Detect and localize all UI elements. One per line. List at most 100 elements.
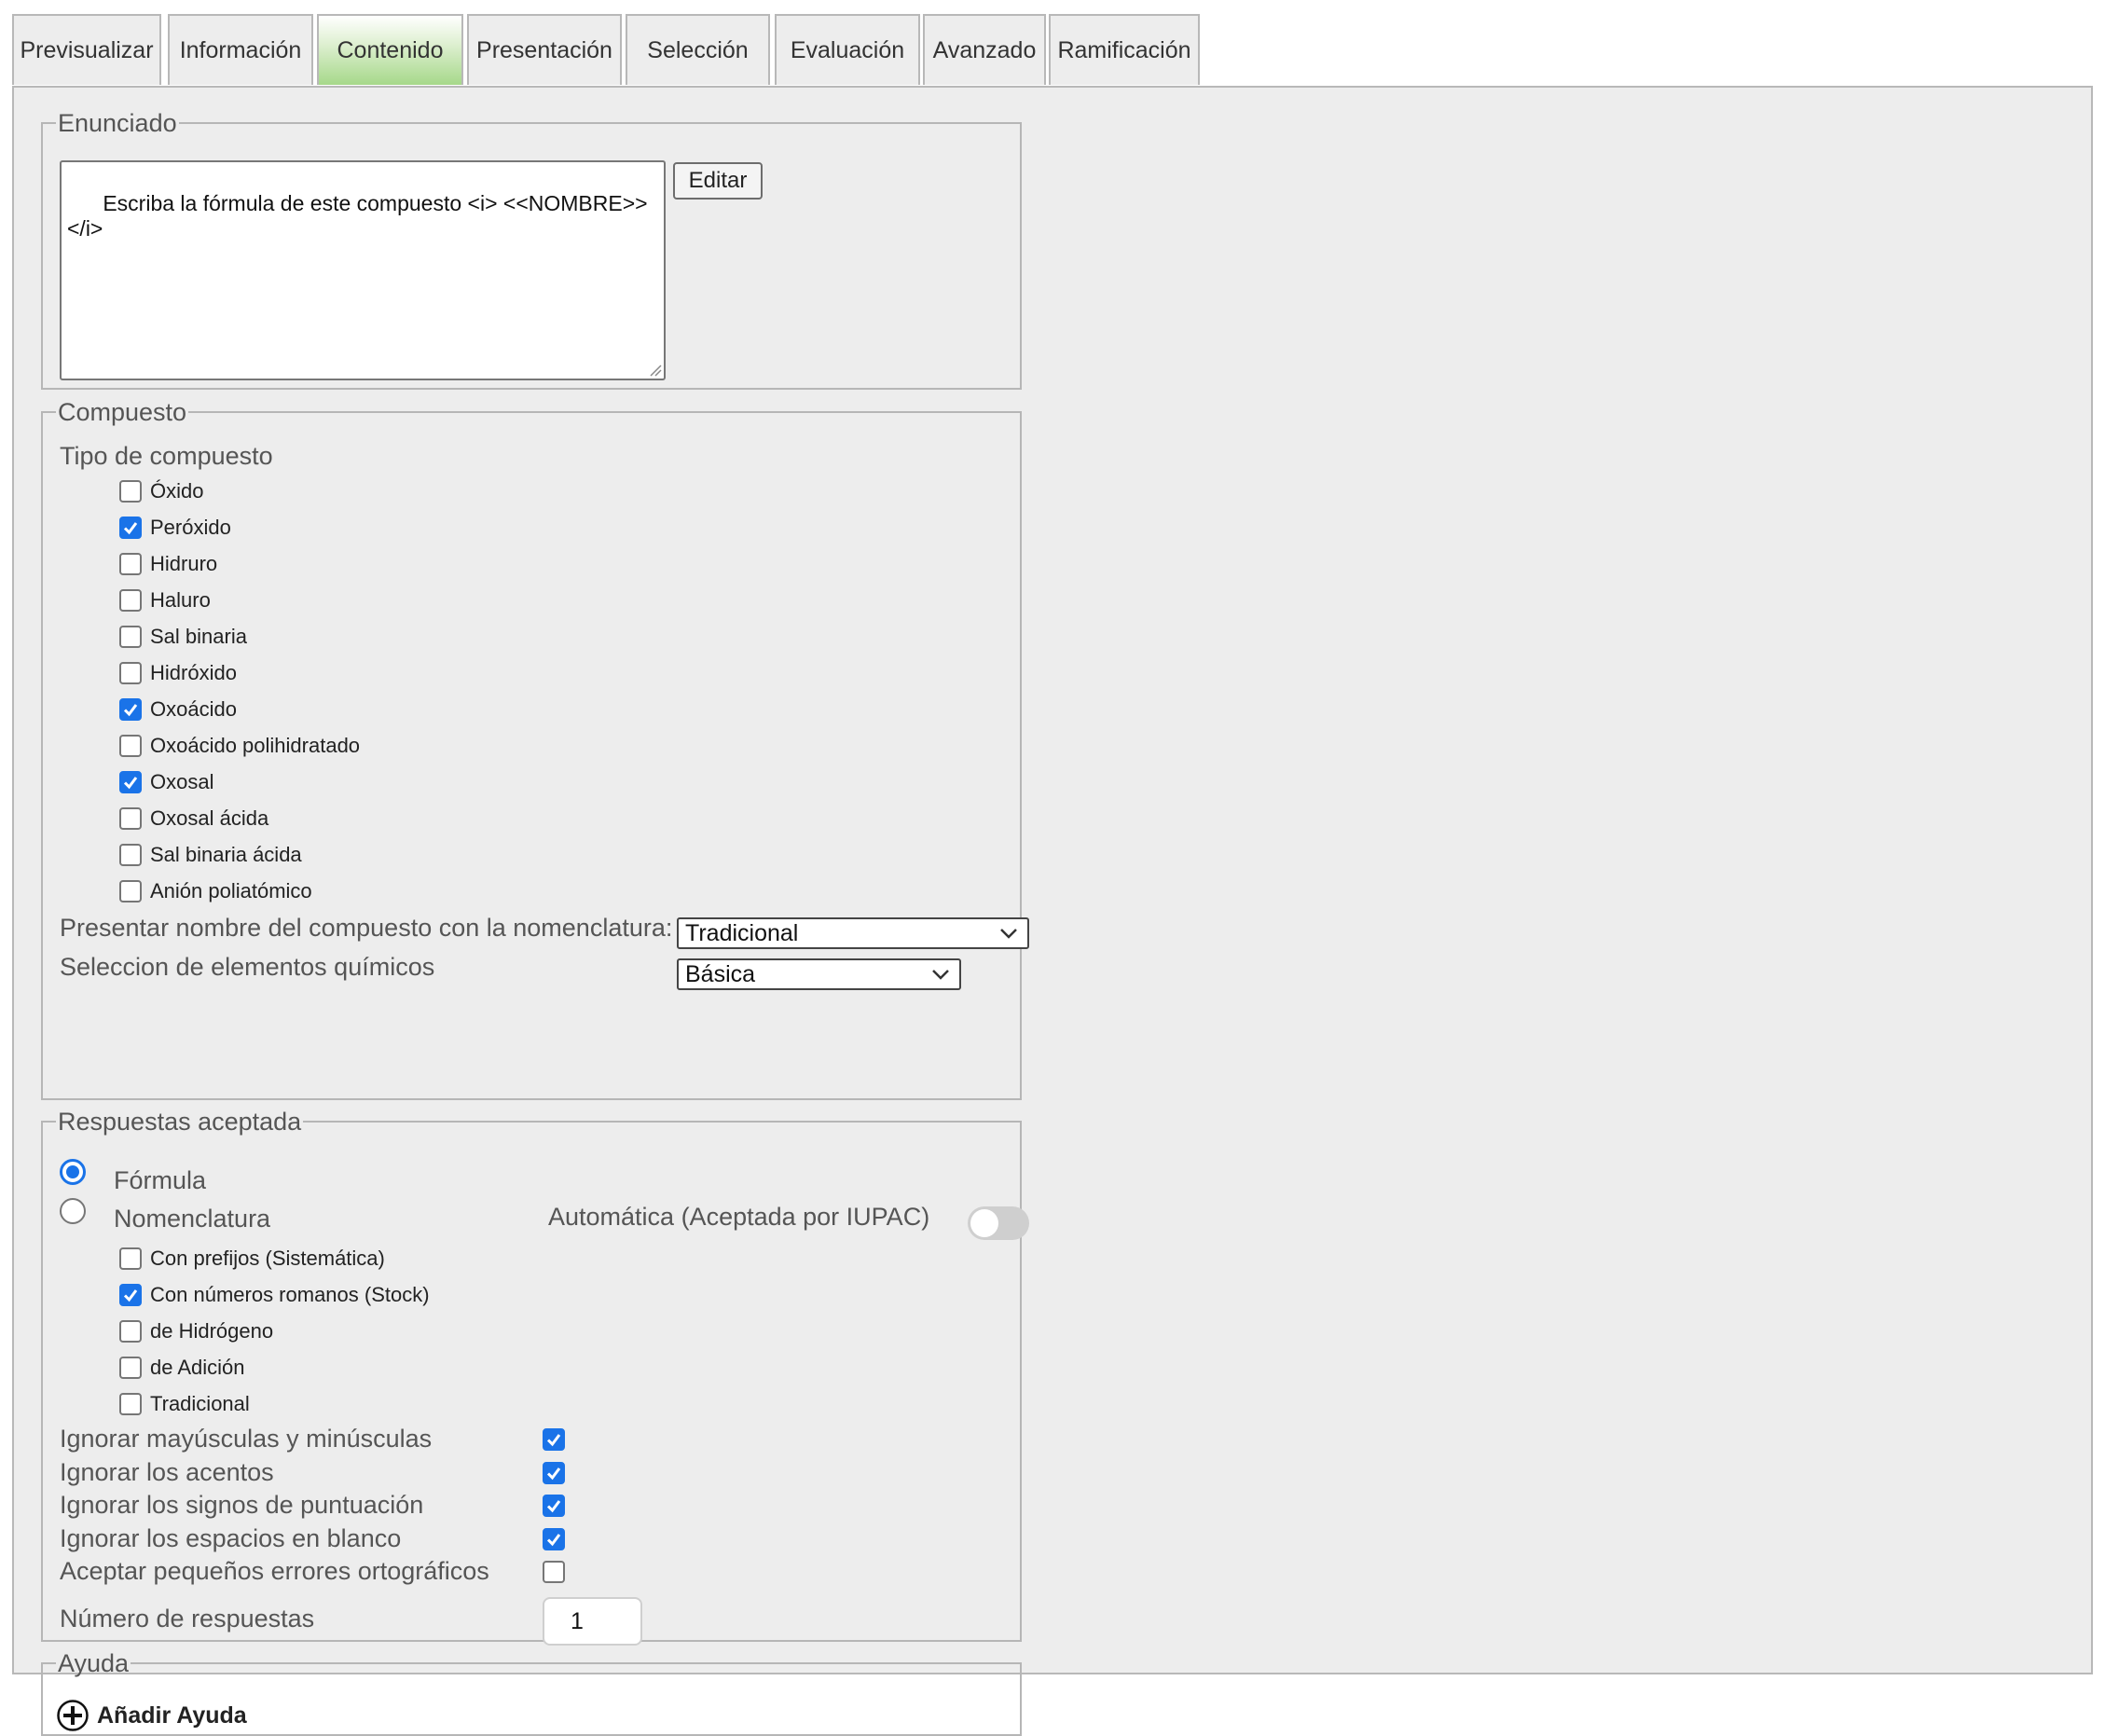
tab-seleccion[interactable]: Selección [626, 14, 770, 85]
tipo-compuesto-row[interactable]: Oxosal ácida [119, 806, 268, 831]
nomenclatura-type-row[interactable]: Tradicional [119, 1392, 250, 1416]
automatica-toggle[interactable] [968, 1206, 1029, 1240]
nomenclatura-option[interactable] [60, 1198, 86, 1224]
tipo-compuesto-label: Sal binaria ácida [150, 843, 302, 866]
respuestas-legend: Respuestas aceptada [58, 1108, 302, 1136]
nomenclatura-type-checkbox[interactable] [119, 1320, 142, 1343]
checkmark-icon [123, 777, 138, 790]
tipo-compuesto-checkbox[interactable] [119, 553, 142, 575]
plus-circle-icon [57, 1700, 89, 1731]
elementos-select[interactable]: Básica [677, 958, 961, 990]
tipo-compuesto-checkbox[interactable] [119, 589, 142, 612]
tipo-compuesto-checkbox[interactable] [119, 517, 142, 539]
tipo-compuesto-checkbox[interactable] [119, 807, 142, 830]
tipo-compuesto-checkbox[interactable] [119, 480, 142, 503]
opcion-label: Ignorar mayúsculas y minúsculas [60, 1425, 433, 1453]
formula-label: Fórmula [114, 1166, 207, 1194]
nomenclatura-type-checkbox[interactable] [119, 1357, 142, 1379]
tipo-compuesto-row[interactable]: Peróxido [119, 516, 231, 540]
tipo-compuesto-row[interactable]: Anión poliatómico [119, 879, 312, 903]
tipo-compuesto-row[interactable]: Óxido [119, 479, 203, 503]
enunciado-legend: Enunciado [58, 109, 177, 137]
nomenclatura-type-checkbox[interactable] [119, 1284, 142, 1306]
checkmark-icon [546, 1500, 561, 1513]
formula-radio[interactable] [60, 1159, 86, 1185]
checkmark-icon [123, 1289, 138, 1302]
numero-respuestas-input[interactable]: 1 [543, 1597, 642, 1646]
checkmark-icon [546, 1467, 561, 1480]
tipo-compuesto-checkbox[interactable] [119, 880, 142, 902]
opcion-label: Ignorar los signos de puntuación [60, 1491, 424, 1519]
add-help-button[interactable]: Añadir Ayuda [56, 1699, 247, 1732]
tipo-compuesto-label: Tipo de compuesto [60, 442, 273, 470]
tipo-compuesto-row[interactable]: Hidruro [119, 552, 217, 576]
ayuda-section: Ayuda Añadir Ayuda [41, 1650, 1022, 1736]
tab-presentacion[interactable]: Presentación [467, 14, 622, 85]
checkmark-icon [123, 704, 138, 717]
opcion-checkbox[interactable] [543, 1495, 565, 1517]
toggle-knob [970, 1209, 998, 1237]
nomenclatura-type-label: de Adición [150, 1356, 245, 1379]
tipo-compuesto-row[interactable]: Sal binaria [119, 625, 247, 649]
nomenclatura-select[interactable]: Tradicional [677, 917, 1029, 949]
resize-grip-icon[interactable] [649, 364, 662, 377]
opcion-checkbox[interactable] [543, 1461, 565, 1484]
tipo-compuesto-label: Haluro [150, 588, 211, 612]
chevron-down-icon [1000, 929, 1017, 939]
numero-respuestas-value: 1 [571, 1607, 584, 1634]
numero-respuestas-label: Número de respuestas [60, 1605, 315, 1633]
tipo-compuesto-checkbox[interactable] [119, 626, 142, 648]
opcion-label: Aceptar pequeños errores ortográficos [60, 1557, 489, 1585]
nomenclatura-type-label: Con prefijos (Sistemática) [150, 1247, 385, 1270]
tipo-compuesto-row[interactable]: Sal binaria ácida [119, 843, 302, 867]
tab-ramificacion[interactable]: Ramificación [1049, 14, 1200, 85]
opcion-checkbox[interactable] [543, 1561, 565, 1583]
opcion-checkbox[interactable] [543, 1527, 565, 1550]
tipo-compuesto-checkbox[interactable] [119, 771, 142, 793]
enunciado-text: Escriba la fórmula de este compuesto <i>… [67, 191, 654, 241]
tab-evaluacion[interactable]: Evaluación [775, 14, 920, 85]
tipo-compuesto-label: Oxosal [150, 770, 214, 793]
nomenclatura-type-row[interactable]: Con prefijos (Sistemática) [119, 1247, 385, 1271]
tipo-compuesto-checkbox[interactable] [119, 735, 142, 757]
tipo-compuesto-label: Hidróxido [150, 661, 237, 684]
enunciado-section: Enunciado Escriba la fórmula de este com… [41, 110, 1022, 390]
tipo-compuesto-label: Oxosal ácida [150, 806, 269, 830]
nomenclatura-option-label: Nomenclatura [114, 1205, 271, 1233]
tipo-compuesto-label: Anión poliatómico [150, 879, 312, 902]
tab-informacion[interactable]: Información [168, 14, 313, 85]
tipo-compuesto-label: Hidruro [150, 552, 218, 575]
opcion-label: Ignorar los espacios en blanco [60, 1523, 402, 1552]
editar-button[interactable]: Editar [673, 162, 763, 200]
tipo-compuesto-row[interactable]: Hidróxido [119, 661, 237, 685]
tipo-compuesto-row[interactable]: Haluro [119, 588, 211, 613]
elementos-label: Seleccion de elementos químicos [60, 953, 435, 981]
checkmark-icon [546, 1533, 561, 1546]
tipo-compuesto-checkbox[interactable] [119, 844, 142, 866]
tab-avanzado[interactable]: Avanzado [923, 14, 1046, 85]
nomenclatura-type-row[interactable]: de Adición [119, 1356, 245, 1380]
tipo-compuesto-label: Oxoácido [150, 697, 237, 721]
nomenclatura-type-label: de Hidrógeno [150, 1319, 274, 1343]
tipo-compuesto-label: Sal binaria [150, 625, 247, 648]
tab-previsualizar[interactable]: Previsualizar [12, 14, 161, 85]
formula-option[interactable] [60, 1159, 86, 1185]
tipo-compuesto-row[interactable]: Oxoácido [119, 697, 237, 722]
enunciado-textarea[interactable]: Escriba la fórmula de este compuesto <i>… [60, 160, 666, 380]
tipo-compuesto-checkbox[interactable] [119, 662, 142, 684]
nomenclatura-type-checkbox[interactable] [119, 1247, 142, 1270]
opcion-checkbox[interactable] [543, 1428, 565, 1451]
tipo-compuesto-checkbox[interactable] [119, 698, 142, 721]
tipo-compuesto-row[interactable]: Oxosal [119, 770, 213, 794]
tipo-compuesto-row[interactable]: Oxoácido polihidratado [119, 734, 360, 758]
nomenclatura-type-checkbox[interactable] [119, 1393, 142, 1415]
tipo-compuesto-label: Peróxido [150, 516, 231, 539]
nomenclatura-type-label: Con números romanos (Stock) [150, 1283, 430, 1306]
nomenclatura-type-label: Tradicional [150, 1392, 250, 1415]
nomenclatura-type-row[interactable]: Con números romanos (Stock) [119, 1283, 430, 1307]
nomenclatura-type-row[interactable]: de Hidrógeno [119, 1319, 273, 1343]
elementos-select-value: Básica [685, 960, 756, 987]
nomenclatura-radio[interactable] [60, 1198, 86, 1224]
compuesto-section: Compuesto Tipo de compuesto Óxido Peróxid… [41, 399, 1029, 1100]
tab-contenido[interactable]: Contenido [317, 14, 463, 85]
